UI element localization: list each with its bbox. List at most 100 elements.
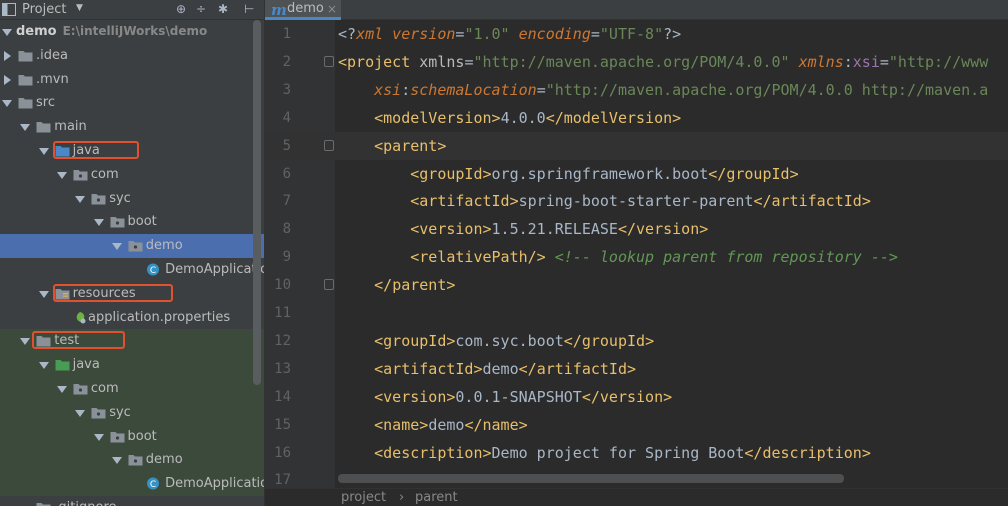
tree-item-text: main (54, 119, 87, 135)
code-token: <!-- lookup parent from repository --> (554, 248, 898, 267)
tree-item-java[interactable]: java (0, 353, 264, 378)
tree-item-label: .gitignore (54, 499, 116, 506)
file-icon (18, 73, 33, 86)
hide-panel-icon[interactable]: ⊢ (244, 2, 254, 17)
code-token: xml version (356, 25, 456, 43)
spring-properties-icon (73, 311, 88, 324)
code-token: : (843, 52, 853, 71)
tree-item-gitignore[interactable]: .gitignore (0, 496, 264, 506)
line-number: 12 (274, 332, 291, 349)
expand-arrow-icon[interactable] (111, 454, 122, 465)
code-token: "http://maven.apache.org/POM/4.0.0 http:… (545, 80, 989, 99)
fold-marker-icon[interactable] (324, 279, 334, 291)
svg-text:C: C (150, 480, 156, 490)
collapse-all-icon[interactable]: ÷ (196, 2, 206, 17)
code-line[interactable]: 9 <relativePath/> <!-- lookup parent fro… (265, 243, 1008, 271)
tree-item-text: demo (16, 24, 57, 39)
tree-item-label: .mvn (36, 71, 69, 88)
expand-arrow-icon[interactable] (56, 169, 67, 179)
expand-arrow-icon[interactable] (38, 359, 49, 370)
code-token: 0.0.1-SNAPSHOT (455, 387, 582, 406)
tree-item-demo[interactable]: demo (0, 234, 264, 259)
code-line[interactable]: 15 <name>demo</name> (265, 411, 1008, 439)
code-line[interactable]: 12 <groupId>com.syc.boot</groupId> (265, 327, 1008, 355)
tree-item-com[interactable]: com (0, 377, 264, 401)
expand-arrow-icon[interactable] (20, 121, 31, 132)
project-panel-title[interactable]: Project (22, 2, 66, 17)
tree-item-text: syc (109, 190, 131, 206)
code-line[interactable]: 16 <description>Demo project for Spring … (265, 439, 1008, 467)
tree-item-text: com (90, 166, 119, 182)
horizontal-scrollbar[interactable] (338, 474, 844, 483)
expand-arrow-icon[interactable] (56, 383, 67, 393)
code-line[interactable]: 13 <artifactId>demo</artifactId> (265, 355, 1008, 383)
fold-marker-icon[interactable] (324, 55, 334, 67)
tree-item-syc[interactable]: syc (0, 187, 264, 211)
expand-arrow-icon[interactable] (75, 193, 86, 203)
tree-item-idea[interactable]: .idea (0, 44, 264, 68)
editor: m demo × 1 <?xml version="1.0" encoding="… (264, 0, 1008, 506)
chevron-down-icon[interactable]: ▼ (76, 3, 83, 13)
tab-demo[interactable]: m demo × (265, 0, 341, 20)
code-line[interactable]: 4 <modelVersion>4.0.0</modelVersion> (265, 104, 1008, 132)
expand-arrow-icon[interactable] (20, 335, 31, 346)
expand-arrow-icon[interactable] (2, 26, 12, 36)
code-line[interactable]: 7 <artifactId>spring-boot-starter-parent… (265, 187, 1008, 215)
code-line[interactable]: 10 </parent> (265, 271, 1008, 299)
collapse-arrow-icon[interactable] (2, 50, 12, 61)
tree-item-label: demo (146, 451, 183, 468)
breadcrumb-item-parent[interactable]: parent (415, 490, 458, 505)
tree-item-label: demo (146, 237, 183, 254)
code-text: <parent> (338, 132, 446, 160)
tree-item-com[interactable]: com (0, 163, 264, 187)
code-line[interactable]: 1 <?xml version="1.0" encoding="UTF-8"?> (265, 20, 1008, 48)
tree-item-application-properties[interactable]: application.properties (0, 306, 264, 330)
expand-arrow-icon[interactable] (75, 407, 86, 417)
code-token: parent (383, 136, 438, 155)
expand-arrow-icon[interactable] (2, 97, 12, 108)
fold-marker-icon[interactable] (324, 139, 334, 151)
scroll-from-source-icon[interactable]: ⊕ (176, 2, 186, 17)
code-line[interactable]: 14 <version>0.0.1-SNAPSHOT</version> (265, 383, 1008, 411)
code-area[interactable]: 1 <?xml version="1.0" encoding="UTF-8"?> 2… (265, 20, 1008, 488)
tree-item-demo[interactable]: demo (0, 448, 264, 473)
tree-item-main[interactable]: main (0, 115, 264, 139)
expand-arrow-icon[interactable] (93, 431, 104, 441)
code-line[interactable]: 2 <project xmlns = "http://maven.apache.org… (265, 48, 1008, 76)
tree-item-boot[interactable]: boot (0, 210, 264, 234)
tree-item-label: .idea (36, 47, 68, 64)
package-icon (110, 215, 125, 228)
expand-arrow-icon[interactable] (93, 216, 104, 227)
breadcrumb-item-project[interactable]: project (341, 490, 386, 505)
gear-icon[interactable]: ✱ (218, 2, 228, 17)
collapse-arrow-icon[interactable] (2, 74, 12, 85)
tree-item-demo[interactable]: demo E:\intelliJWorks\demo (0, 20, 264, 44)
tree-item-src[interactable]: src (0, 91, 264, 115)
code-token: groupId (419, 164, 483, 183)
code-line[interactable]: 11 (265, 299, 1008, 327)
tree-item-demoapplication[interactable]: C DemoApplication (0, 258, 264, 282)
project-tree-scrollbar[interactable] (253, 20, 261, 385)
code-line[interactable]: 6 <groupId>org.springframework.boot</gro… (265, 160, 1008, 188)
code-token: modelVersion (383, 108, 492, 127)
tree-item-mvn[interactable]: .mvn (0, 68, 264, 92)
code-line[interactable]: 5 <parent> (265, 131, 1008, 160)
code-token: = (536, 80, 546, 99)
tree-item-demoapplicationt[interactable]: C DemoApplicationT (0, 472, 264, 497)
tree-item-boot[interactable]: boot (0, 424, 264, 449)
expand-arrow-icon[interactable] (38, 288, 49, 298)
expand-arrow-icon[interactable] (111, 240, 122, 251)
tree-item-syc[interactable]: syc (0, 400, 264, 425)
code-line[interactable]: 3 xsi:schemaLocation="http://maven.apach… (265, 76, 1008, 104)
code-token: < (374, 387, 384, 406)
close-icon[interactable]: × (327, 2, 337, 16)
code-text: <relativePath/> <!-- lookup parent from … (338, 243, 898, 271)
expand-arrow-icon[interactable] (38, 145, 49, 155)
tree-item-label: DemoApplication (165, 261, 264, 278)
code-line[interactable]: 8 <version>1.5.21.RELEASE</version> (265, 215, 1008, 243)
code-text: <groupId>org.springframework.boot</group… (338, 160, 798, 188)
code-token: > (861, 192, 871, 211)
